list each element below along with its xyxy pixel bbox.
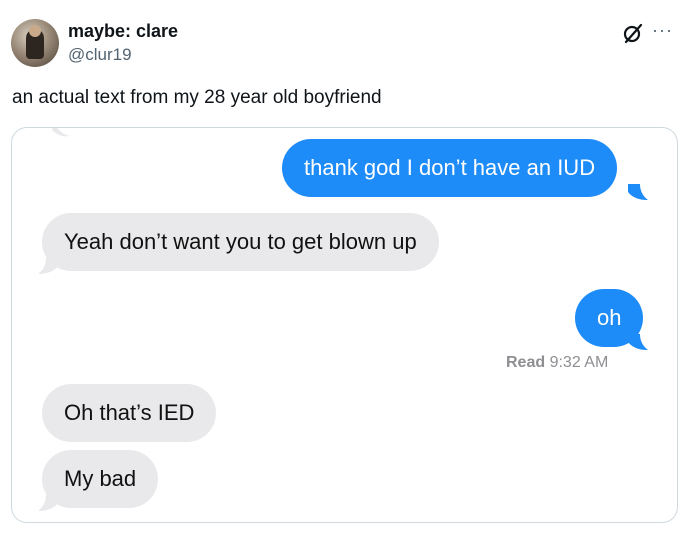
read-time: 9:32 AM [549,354,609,371]
screenshot-media[interactable]: thank god I don’t have an IUD Yeah don’t… [11,127,678,523]
bubble-tail-outgoing [628,184,648,200]
read-receipt: Read 9:32 AM [506,354,608,372]
tweet-text: an actual text from my 28 year old boyfr… [12,87,382,108]
bubble-tail-outgoing [628,334,648,350]
message-text: oh [597,305,622,330]
avatar-head [29,25,41,37]
read-label: Read [506,354,546,371]
message-text: My bad [64,466,137,491]
avatar[interactable] [11,19,59,67]
message-text: Oh that’s IED [64,400,195,425]
message-text: Yeah don’t want you to get blown up [64,229,417,254]
cropped-bubble-tail [52,128,70,137]
bubble-tail-incoming [38,258,58,274]
message-text: thank god I don’t have an IUD [304,155,596,180]
bubble-tail-incoming [38,495,58,511]
author-display-name[interactable]: maybe: clare [68,21,178,42]
message-bubble-outgoing: thank god I don’t have an IUD [282,139,618,197]
message-bubble-incoming: My bad [42,450,159,508]
message-bubble-incoming: Oh that’s IED [42,384,217,442]
message-bubble-incoming: Yeah don’t want you to get blown up [42,213,439,271]
more-options-icon[interactable]: ··· [652,20,673,41]
author-handle[interactable]: @clur19 [68,45,132,65]
tweet-post: maybe: clare @clur19 ··· an actual text … [0,0,700,539]
grok-icon[interactable] [622,22,644,44]
